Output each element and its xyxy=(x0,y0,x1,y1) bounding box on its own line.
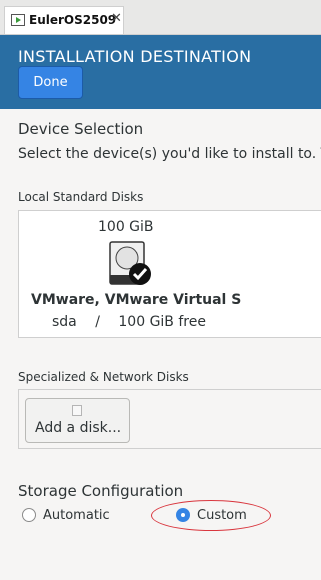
automatic-option[interactable]: Automatic xyxy=(22,506,110,524)
storage-configuration-title: Storage Configuration xyxy=(18,482,184,500)
close-icon[interactable]: ✕ xyxy=(111,11,122,26)
network-disks-label: Specialized & Network Disks xyxy=(18,370,189,384)
add-disk-label: Add a disk... xyxy=(35,420,122,436)
disk-free-space: 100 GiB free xyxy=(118,314,206,330)
disk-device: sda xyxy=(52,314,77,330)
highlight-ellipse xyxy=(151,500,271,531)
hard-disk-selected-icon[interactable] xyxy=(108,241,154,287)
browser-tab-bar: EulerOS2509 ✕ xyxy=(0,0,321,35)
vm-screen-icon xyxy=(11,14,25,26)
disk-name[interactable]: VMware, VMware Virtual S xyxy=(31,292,241,308)
disk-add-icon xyxy=(72,405,82,416)
local-disks-label: Local Standard Disks xyxy=(18,190,144,204)
page-header: INSTALLATION DESTINATION Done xyxy=(0,35,321,109)
disk-detail: sda / 100 GiB free xyxy=(52,314,206,330)
page-title: INSTALLATION DESTINATION xyxy=(18,47,252,66)
done-button[interactable]: Done xyxy=(18,66,83,99)
tab-label: EulerOS2509 xyxy=(29,13,117,27)
add-disk-button[interactable]: Add a disk... xyxy=(25,398,130,443)
automatic-label: Automatic xyxy=(43,507,110,523)
disk-size[interactable]: 100 GiB xyxy=(98,219,154,235)
device-selection-title: Device Selection xyxy=(18,120,144,138)
device-selection-description: Select the device(s) you'd like to insta… xyxy=(18,146,321,162)
automatic-radio[interactable] xyxy=(22,508,36,522)
tab-euleros[interactable]: EulerOS2509 ✕ xyxy=(4,6,124,34)
disk-separator: / xyxy=(95,314,100,330)
